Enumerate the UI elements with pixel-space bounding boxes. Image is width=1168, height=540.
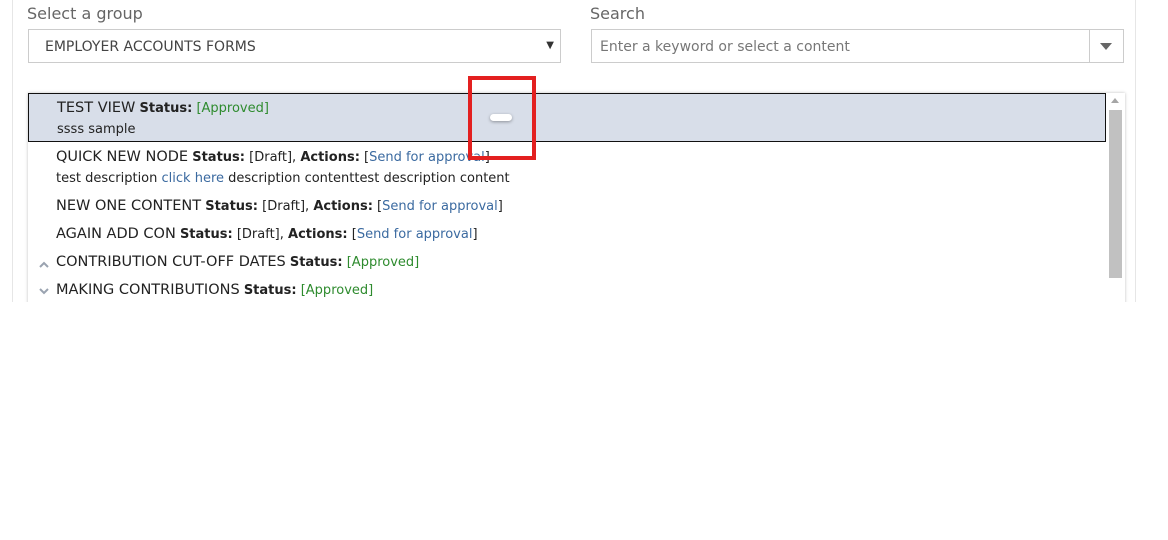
group-select[interactable]: EMPLOYER ACCOUNTS FORMS ▼ [28,29,561,63]
actions-label: Actions: [288,227,348,242]
row-title: MAKING CONTRIBUTIONS [56,282,240,298]
content-tree: TEST VIEW Status: [Approved] ssss sample… [28,93,1125,302]
status-label: Status: [179,227,233,242]
search-placeholder: Enter a keyword or select a content [600,39,850,55]
tree-row-test-view[interactable]: TEST VIEW Status: [Approved] ssss sample [28,93,1106,142]
send-for-approval-link[interactable]: Send for approval [382,199,498,214]
bracket-close: ] [497,199,503,214]
status-label: Status: [243,283,297,298]
chevron-down-icon[interactable] [39,286,49,296]
chevron-up-icon[interactable] [39,260,49,270]
row-title: TEST VIEW [57,100,136,116]
tree-scrollbar-thumb[interactable] [1109,110,1122,278]
dropdown-separator [1089,30,1090,62]
actions-label: Actions: [313,199,373,214]
bracket-close: ] [472,227,478,242]
row-title: NEW ONE CONTENT [56,198,202,214]
row-title: CONTRIBUTION CUT-OFF DATES [56,254,286,270]
row-title: QUICK NEW NODE [56,149,189,165]
search-label: Search [590,4,645,23]
content-panel: Select a group EMPLOYER ACCOUNTS FORMS ▼… [12,0,1136,302]
row-title: AGAIN ADD CON [56,226,176,242]
scroll-up-arrow-icon[interactable] [1111,98,1119,103]
send-for-approval-link[interactable]: Send for approval [357,227,473,242]
annotation-highlight-box [468,76,536,160]
status-value: [Draft], [262,199,310,214]
click-here-link[interactable]: click here [162,171,224,186]
status-label: Status: [192,150,245,165]
group-select-value: EMPLOYER ACCOUNTS FORMS [45,39,256,55]
description-text: description contenttest description cont… [228,171,510,186]
status-value: [Draft], [236,227,284,242]
caret-down-icon: ▼ [546,40,554,51]
actions-label: Actions: [300,150,360,165]
group-label: Select a group [27,4,143,23]
status-label: Status: [289,255,343,270]
status-value: [Approved] [300,283,374,298]
status-value: [Approved] [196,101,269,116]
search-combobox[interactable]: Enter a keyword or select a content [591,29,1124,63]
row-description: ssss sample [57,122,136,137]
status-label: Status: [205,199,258,214]
status-label: Status: [139,101,193,116]
dropdown-arrow-icon[interactable] [1100,43,1112,50]
status-value: [Draft], [249,150,297,165]
description-text: test description [56,171,158,186]
status-value: [Approved] [346,255,420,270]
